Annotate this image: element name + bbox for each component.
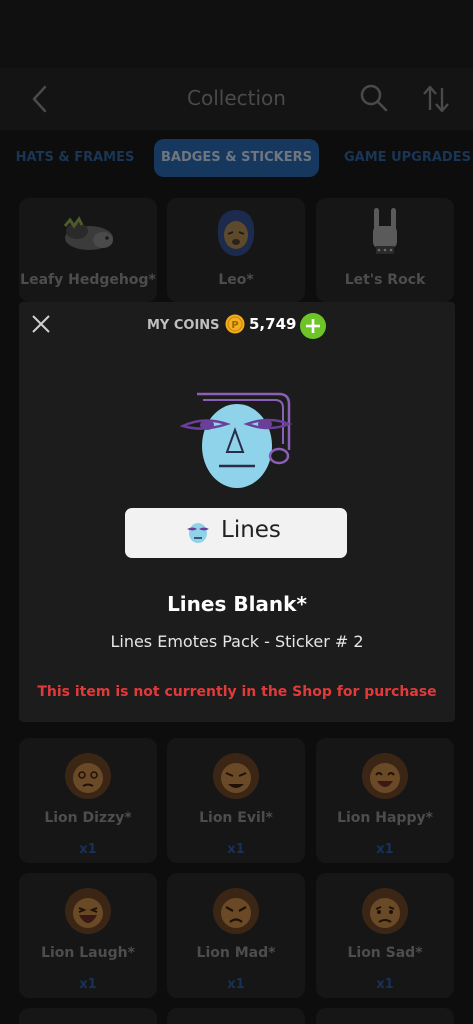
coin-balance: 5,749 [249, 315, 297, 333]
category-tabs: HATS & FRAMES BADGES & STICKERS GAME UPG… [0, 130, 473, 190]
card-quantity: x1 [227, 977, 245, 992]
collection-card-lion-happy[interactable]: Lion Happy* x1 [316, 738, 454, 863]
card-label: Lion Dizzy* [44, 810, 132, 826]
lion-sad-icon [362, 888, 408, 934]
pack-badge[interactable]: Lines [125, 508, 347, 558]
card-label: Leafy Hedgehog* [20, 272, 156, 288]
header: Collection [0, 68, 473, 130]
collection-card-leafy-hedgehog[interactable]: Leafy Hedgehog* [19, 198, 157, 302]
collection-card-partial[interactable] [167, 1008, 305, 1024]
lion-mad-icon [213, 888, 259, 934]
coins-label: MY COINS [147, 318, 220, 333]
lion-dizzy-icon [65, 753, 111, 799]
pack-badge-label: Lines [221, 517, 281, 543]
sort-icon [423, 85, 449, 113]
collection-card-lion-mad[interactable]: Lion Mad* x1 [167, 873, 305, 998]
item-name: Lines Blank* [167, 592, 307, 616]
card-label: Leo* [218, 272, 254, 288]
tab-hats-frames[interactable]: HATS & FRAMES [6, 139, 144, 177]
card-quantity: x1 [79, 842, 97, 857]
item-detail-modal: MY COINS P 5,749 Lines Lines Blank* Line… [19, 302, 455, 722]
lines-blank-sticker-icon [179, 392, 293, 488]
lines-pack-icon [187, 523, 209, 543]
card-quantity: x1 [376, 842, 394, 857]
close-button[interactable] [31, 314, 51, 334]
tab-badges-stickers[interactable]: BADGES & STICKERS [154, 139, 319, 177]
collection-card-lion-laugh[interactable]: Lion Laugh* x1 [19, 873, 157, 998]
collection-card-leo[interactable]: Leo* [167, 198, 305, 302]
collection-card-partial[interactable] [19, 1008, 157, 1024]
lion-laugh-icon [65, 888, 111, 934]
item-subtitle: Lines Emotes Pack - Sticker # 2 [110, 632, 364, 651]
add-coins-button[interactable] [300, 313, 326, 339]
page-title: Collection [187, 86, 286, 110]
lion-happy-icon [362, 753, 408, 799]
card-label: Lion Sad* [347, 945, 423, 961]
plus-circle-icon [300, 313, 326, 339]
lion-head-icon [217, 210, 255, 256]
close-icon [32, 315, 50, 333]
collection-card-lion-evil[interactable]: Lion Evil* x1 [167, 738, 305, 863]
collection-card-lets-rock[interactable]: Let's Rock [316, 198, 454, 302]
collection-card-lion-sad[interactable]: Lion Sad* x1 [316, 873, 454, 998]
collection-card-lion-dizzy[interactable]: Lion Dizzy* x1 [19, 738, 157, 863]
rock-hand-icon [373, 208, 397, 254]
shop-availability-notice: This item is not currently in the Shop f… [37, 684, 437, 700]
tab-game-upgrades[interactable]: GAME UPGRADES [332, 139, 473, 177]
card-quantity: x1 [376, 977, 394, 992]
card-quantity: x1 [79, 977, 97, 992]
card-label: Lion Mad* [196, 945, 276, 961]
coin-icon: P [225, 314, 245, 334]
search-icon [360, 84, 388, 112]
search-button[interactable] [358, 82, 390, 114]
svg-text:P: P [231, 320, 238, 331]
lion-evil-icon [213, 753, 259, 799]
hedgehog-icon [63, 216, 113, 250]
status-bar [0, 0, 473, 68]
card-quantity: x1 [227, 842, 245, 857]
sort-button[interactable] [420, 82, 452, 116]
card-label: Let's Rock [344, 272, 426, 288]
card-label: Lion Laugh* [41, 945, 135, 961]
collection-card-partial[interactable] [316, 1008, 454, 1024]
card-label: Lion Happy* [337, 810, 433, 826]
card-label: Lion Evil* [199, 810, 273, 826]
